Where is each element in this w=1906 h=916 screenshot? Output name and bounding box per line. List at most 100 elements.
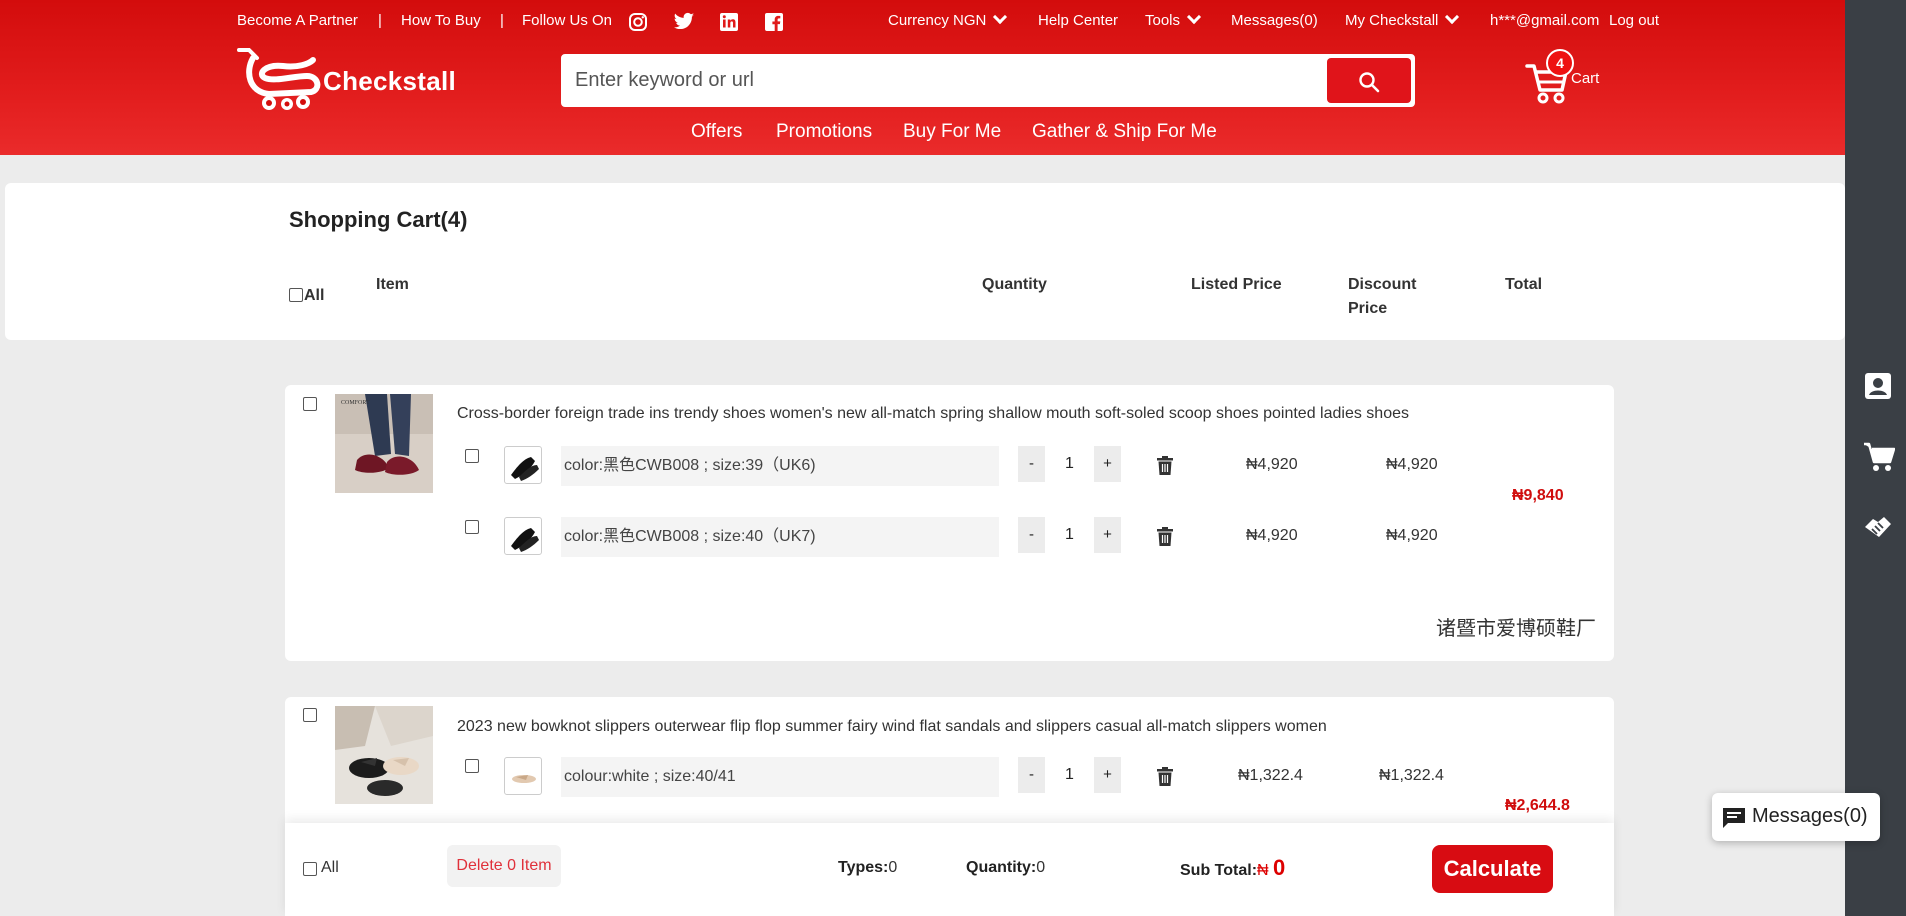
decrease-button[interactable]: - xyxy=(1018,446,1045,482)
search-button[interactable] xyxy=(1327,58,1411,103)
page-title: Shopping Cart(4) xyxy=(289,207,468,232)
twitter-icon[interactable] xyxy=(673,12,695,32)
item-total: ₦9,840 xyxy=(1512,487,1564,504)
quantity-value[interactable]: 1 xyxy=(1045,757,1094,793)
variant-description: color:黑色CWB008 ; size:39（UK6) xyxy=(561,446,999,486)
linkedin-icon[interactable] xyxy=(719,12,739,32)
trash-icon[interactable] xyxy=(1157,527,1173,546)
product-thumbnail[interactable]: COMFORT xyxy=(335,394,433,493)
cart-item-card: 2023 new bowknot slippers outerwear flip… xyxy=(285,697,1614,837)
cart-header-panel: Shopping Cart(4) All Item Quantity Liste… xyxy=(5,183,1845,340)
top-bar: Become A Partner | How To Buy | Follow U… xyxy=(237,9,1845,32)
product-thumbnail[interactable] xyxy=(335,706,433,804)
decrease-button[interactable]: - xyxy=(1018,757,1045,793)
messages-widget[interactable]: Messages(0) xyxy=(1712,793,1880,841)
separator: | xyxy=(378,12,382,29)
chevron-down-icon xyxy=(1186,9,1202,25)
quantity-value: 0 xyxy=(1036,859,1046,876)
site-logo[interactable]: Checkstall xyxy=(235,46,460,112)
contact-card-icon[interactable] xyxy=(1863,371,1893,401)
main-nav: Offers Promotions Buy For Me Gather & Sh… xyxy=(0,121,1845,145)
my-checkstall-menu[interactable]: My Checkstall xyxy=(1345,9,1460,29)
types-value: 0 xyxy=(888,859,898,876)
instagram-icon[interactable] xyxy=(628,12,648,32)
user-email[interactable]: h***@gmail.com xyxy=(1490,12,1599,29)
my-checkstall-label: My Checkstall xyxy=(1345,12,1439,29)
quantity-value[interactable]: 1 xyxy=(1045,517,1094,553)
become-partner-link[interactable]: Become A Partner xyxy=(237,12,358,29)
quantity-label: Quantity: xyxy=(966,859,1037,876)
subtotal-label: Sub Total: xyxy=(1180,862,1258,879)
select-all-checkbox[interactable] xyxy=(289,288,303,302)
follow-us-label: Follow Us On xyxy=(522,12,613,29)
how-to-buy-link[interactable]: How To Buy xyxy=(401,12,481,29)
chevron-down-icon xyxy=(1445,9,1460,25)
variant-checkbox[interactable] xyxy=(465,759,479,773)
item-title[interactable]: Cross-border foreign trade ins trendy sh… xyxy=(457,405,1409,423)
nav-gather-ship[interactable]: Gather & Ship For Me xyxy=(1032,121,1217,143)
listed-price: ₦4,920 xyxy=(1246,527,1298,544)
discount-price: ₦4,920 xyxy=(1386,456,1438,473)
messages-link[interactable]: Messages(0) xyxy=(1231,12,1318,29)
currency-selector[interactable]: Currency NGN xyxy=(888,9,1008,29)
variant-thumbnail xyxy=(504,757,542,795)
nav-buy-for-me[interactable]: Buy For Me xyxy=(903,121,1001,143)
variant-desc-text: color:黑色CWB008 ; size:40（UK7) xyxy=(564,528,816,545)
listed-price: ₦4,920 xyxy=(1246,456,1298,473)
search-input[interactable] xyxy=(575,64,1305,96)
tools-label: Tools xyxy=(1145,12,1181,29)
checkout-bar: All Delete 0 Item Types:0 Quantity:0 Sub… xyxy=(285,823,1614,916)
col-discount-price: Discount Price xyxy=(1348,273,1416,321)
select-all-checkbox[interactable] xyxy=(303,862,317,876)
svg-text:COMFORT: COMFORT xyxy=(341,400,370,406)
quantity-count: Quantity:0 xyxy=(966,859,1045,877)
col-quantity: Quantity xyxy=(982,276,1047,293)
item-title[interactable]: 2023 new bowknot slippers outerwear flip… xyxy=(457,718,1327,736)
tools-menu[interactable]: Tools xyxy=(1145,9,1202,29)
shopping-cart-icon[interactable] xyxy=(1863,442,1896,472)
variant-thumbnail xyxy=(504,446,542,484)
header-cart[interactable]: 4 Cart xyxy=(1525,49,1605,104)
shop-name[interactable]: 诸暨市爱博硕鞋厂 xyxy=(1436,612,1596,641)
messages-label: Messages(0) xyxy=(1752,805,1868,827)
logo-text: Checkstall xyxy=(323,66,457,96)
item-total: ₦2,644.8 xyxy=(1505,797,1570,814)
chat-icon xyxy=(1723,808,1745,828)
all-label: All xyxy=(321,859,339,876)
increase-button[interactable]: + xyxy=(1094,517,1121,553)
quantity-value[interactable]: 1 xyxy=(1045,446,1094,482)
currency-label: Currency NGN xyxy=(888,12,987,29)
types-count: Types:0 xyxy=(838,859,897,877)
logout-link[interactable]: Log out xyxy=(1609,12,1659,29)
facebook-icon[interactable] xyxy=(764,12,784,32)
variant-checkbox[interactable] xyxy=(465,449,479,463)
help-center-link[interactable]: Help Center xyxy=(1038,12,1118,29)
nav-promotions[interactable]: Promotions xyxy=(776,121,872,143)
increase-button[interactable]: + xyxy=(1094,446,1121,482)
item-checkbox[interactable] xyxy=(303,708,317,722)
decrease-button[interactable]: - xyxy=(1018,517,1045,553)
calculate-button[interactable]: Calculate xyxy=(1432,845,1553,893)
site-header: Become A Partner | How To Buy | Follow U… xyxy=(0,0,1845,155)
subtotal-value: 0 xyxy=(1273,855,1286,880)
chevron-down-icon xyxy=(993,9,1008,25)
variant-checkbox[interactable] xyxy=(465,520,479,534)
item-checkbox[interactable] xyxy=(303,397,317,411)
trash-icon[interactable] xyxy=(1157,456,1173,475)
variant-thumbnail xyxy=(504,517,542,555)
cart-item-card: COMFORT Cross-border foreign trade ins t… xyxy=(285,385,1614,661)
col-discount-line1: Discount xyxy=(1348,276,1417,293)
discount-price: ₦4,920 xyxy=(1386,527,1438,544)
handshake-icon[interactable] xyxy=(1863,511,1893,541)
variant-desc-text: color:黑色CWB008 ; size:39（UK6) xyxy=(564,457,816,474)
subtotal: Sub Total:₦ 0 xyxy=(1180,855,1285,881)
subtotal-currency: ₦ xyxy=(1257,862,1269,879)
cart-label: Cart xyxy=(1571,70,1600,87)
quantity-stepper: - 1 + xyxy=(1018,446,1121,482)
types-label: Types: xyxy=(838,859,889,876)
separator: | xyxy=(500,12,504,29)
delete-selected-button[interactable]: Delete 0 Item xyxy=(447,845,561,887)
increase-button[interactable]: + xyxy=(1094,757,1121,793)
nav-offers[interactable]: Offers xyxy=(691,121,742,143)
trash-icon[interactable] xyxy=(1157,767,1173,786)
